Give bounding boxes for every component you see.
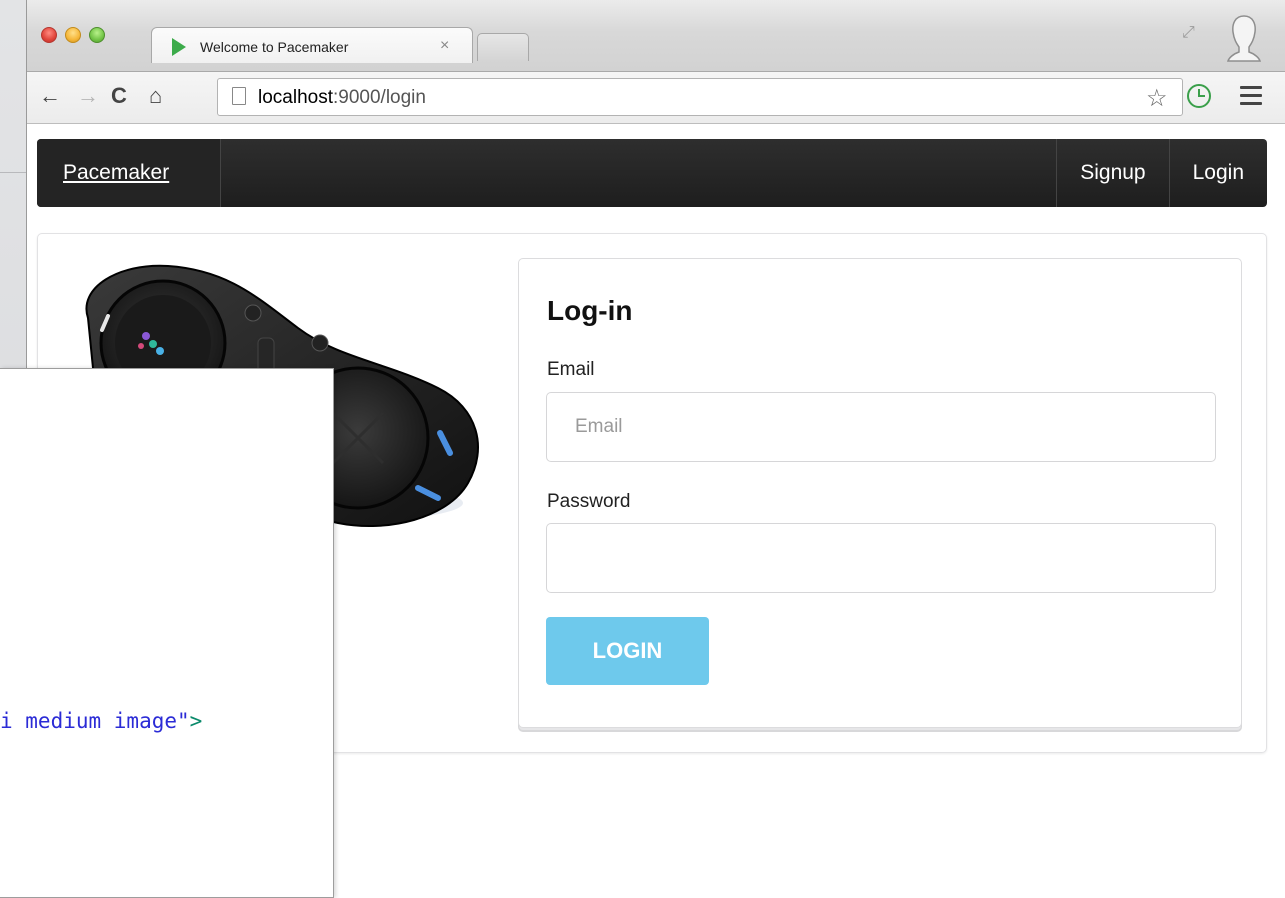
email-label: Email xyxy=(547,359,595,380)
fullscreen-expand-icon[interactable]: ⤢ xyxy=(1182,24,1195,42)
new-tab-button[interactable] xyxy=(477,33,529,61)
code-snippet-line: i medium image"> xyxy=(0,709,202,733)
browser-toolbar: ← → C ⌂ localhost:9000/login ☆ xyxy=(27,72,1285,124)
navbar-right-menu: Signup Login xyxy=(1056,139,1267,207)
pacemaker-favicon-icon xyxy=(172,38,186,56)
title-bar: Welcome to Pacemaker × ⤢ xyxy=(27,0,1285,72)
address-bar[interactable]: localhost:9000/login ☆ xyxy=(217,78,1183,116)
back-arrow-icon[interactable]: ← xyxy=(39,82,61,110)
history-clock-icon[interactable] xyxy=(1187,84,1211,108)
brand-text: Pacemaker xyxy=(63,161,170,184)
home-icon[interactable]: ⌂ xyxy=(149,82,162,110)
code-overlay-panel: i medium image"> xyxy=(0,368,334,898)
tab-title: Welcome to Pacemaker xyxy=(200,39,349,55)
page-document-icon xyxy=(232,87,246,105)
minimize-window-button[interactable] xyxy=(65,27,81,43)
nav-item-login[interactable]: Login xyxy=(1168,139,1267,207)
code-tag-close: > xyxy=(189,709,203,733)
login-form-card: Log-in Email Password LOGIN xyxy=(518,258,1242,728)
close-window-button[interactable] xyxy=(41,27,57,43)
login-heading: Log-in xyxy=(547,295,633,326)
login-button[interactable]: LOGIN xyxy=(546,617,709,685)
reload-icon[interactable]: C xyxy=(111,82,127,110)
nav-item-signup[interactable]: Signup xyxy=(1056,139,1168,207)
background-divider xyxy=(0,172,26,173)
email-field[interactable] xyxy=(546,392,1216,462)
zoom-window-button[interactable] xyxy=(89,27,105,43)
code-attribute-text: i medium image" xyxy=(0,709,190,733)
browser-tab[interactable]: Welcome to Pacemaker × xyxy=(151,27,473,63)
forward-arrow-icon[interactable]: → xyxy=(77,82,99,110)
menu-hamburger-icon[interactable] xyxy=(1240,86,1262,106)
url-text[interactable]: localhost:9000/login xyxy=(258,87,426,109)
url-host: localhost xyxy=(258,87,333,108)
url-path: :9000/login xyxy=(333,87,426,108)
site-navbar: Pacemaker Signup Login xyxy=(37,139,1267,207)
password-label: Password xyxy=(547,491,631,512)
brand-link[interactable]: Pacemaker xyxy=(37,139,221,207)
profile-avatar-icon[interactable] xyxy=(1227,14,1261,62)
tab-close-icon[interactable]: × xyxy=(440,37,449,55)
password-field[interactable] xyxy=(546,523,1216,593)
bookmark-star-icon[interactable]: ☆ xyxy=(1146,84,1168,113)
